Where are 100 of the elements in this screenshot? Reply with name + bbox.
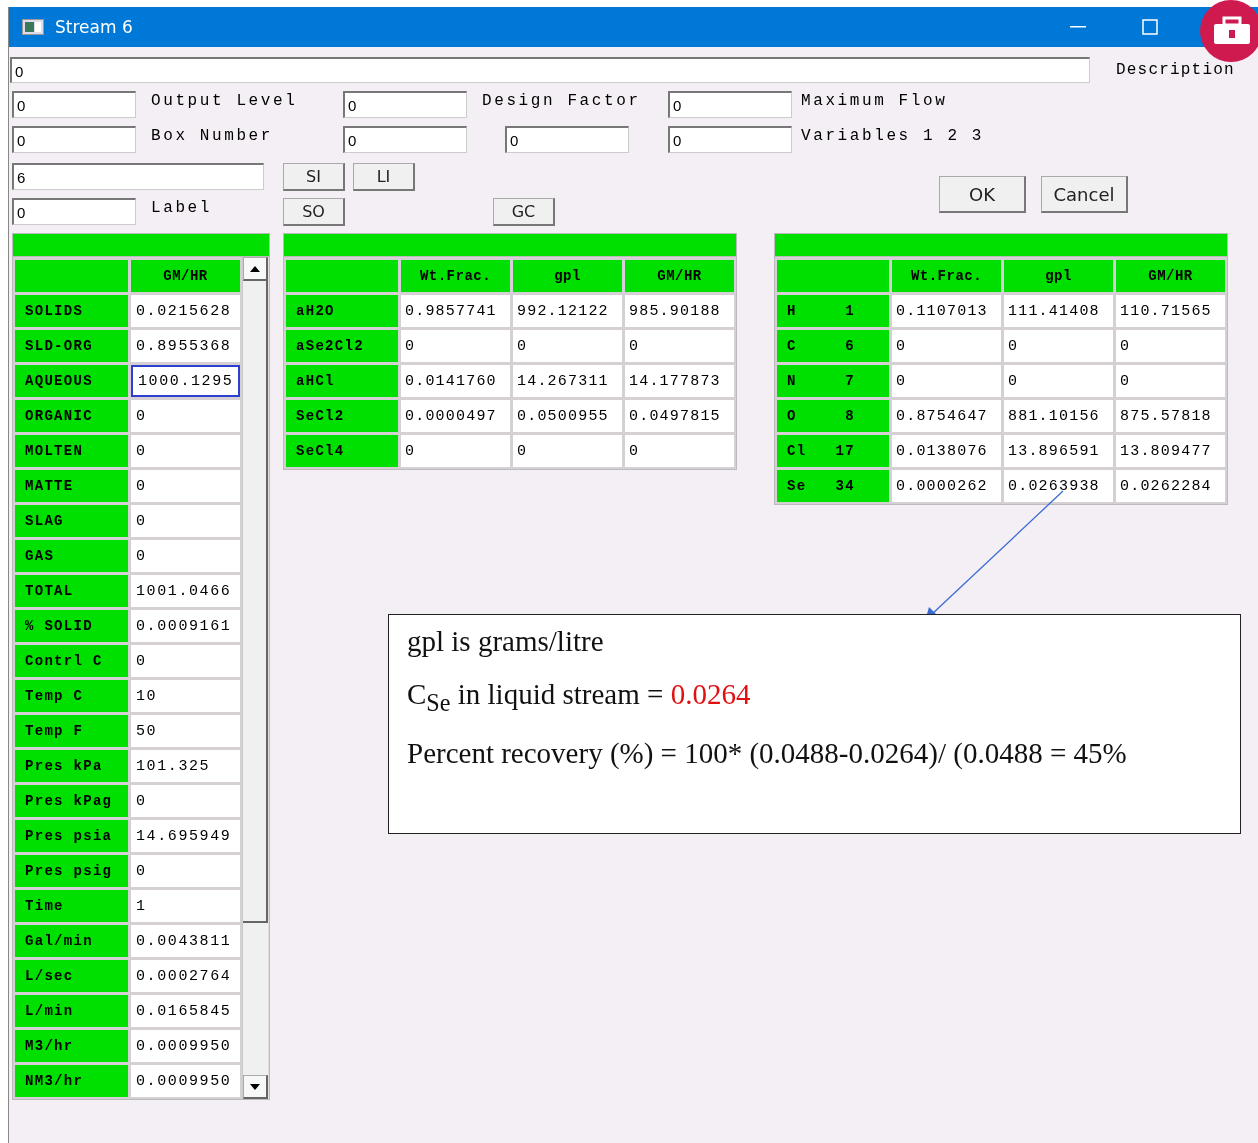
row-label: L/sec bbox=[15, 960, 128, 992]
element-symbol: Cl bbox=[787, 443, 807, 459]
table-cell[interactable]: 0.0043811 bbox=[131, 925, 240, 957]
atomic-number: 34 bbox=[835, 478, 855, 494]
element-symbol: C bbox=[787, 338, 797, 354]
ok-button[interactable]: OK bbox=[939, 176, 1026, 213]
option-button[interactable]: GC bbox=[493, 198, 555, 226]
unit-button[interactable]: SI bbox=[283, 163, 345, 191]
row-label: L/min bbox=[15, 995, 128, 1027]
input-field[interactable]: 0 bbox=[10, 57, 1090, 83]
table-cell[interactable]: 1 bbox=[131, 890, 240, 922]
row-label: SeCl2 bbox=[286, 400, 398, 432]
row-label: Temp C bbox=[15, 680, 128, 712]
table-cell[interactable]: 0 bbox=[131, 400, 240, 432]
field-label: Box Number bbox=[150, 126, 274, 145]
table-cell: 0.0000497 bbox=[401, 400, 510, 432]
row-label: Temp F bbox=[15, 715, 128, 747]
table-cell[interactable]: 101.325 bbox=[131, 750, 240, 782]
scroll-down-icon[interactable] bbox=[250, 1083, 260, 1090]
input-field[interactable]: 0 bbox=[12, 198, 136, 225]
row-label: TOTAL bbox=[15, 575, 128, 607]
window-icon bbox=[22, 19, 44, 35]
window-title: Stream 6 bbox=[55, 17, 133, 37]
table-cell[interactable]: 0.0009161 bbox=[131, 610, 240, 642]
table-cell[interactable]: 50 bbox=[131, 715, 240, 747]
input-field[interactable]: 0 bbox=[343, 126, 467, 153]
field-label: Design Factor bbox=[481, 91, 642, 110]
table-cell: 0 bbox=[401, 330, 510, 362]
table-cell: 0 bbox=[1004, 365, 1113, 397]
table-cell: 0.0138076 bbox=[892, 435, 1001, 467]
table-cell: 0 bbox=[513, 435, 622, 467]
column-header: Wt.Frac. bbox=[401, 260, 510, 292]
input-field[interactable]: 0 bbox=[668, 126, 792, 153]
column-header: gpl bbox=[513, 260, 622, 292]
table-cell: 0 bbox=[625, 435, 734, 467]
row-label: aSe2Cl2 bbox=[286, 330, 398, 362]
row-label: Pres psia bbox=[15, 820, 128, 852]
option-button[interactable]: SO bbox=[283, 198, 345, 226]
maximize-icon[interactable] bbox=[1142, 19, 1158, 35]
table-cell: 111.41408 bbox=[1004, 295, 1113, 327]
table-cell: 0 bbox=[401, 435, 510, 467]
table-cell[interactable]: 0.0009950 bbox=[131, 1065, 240, 1097]
table-cell[interactable]: 0 bbox=[131, 435, 240, 467]
table-cell[interactable]: 0 bbox=[131, 855, 240, 887]
field-label: Description bbox=[1116, 61, 1235, 79]
table-cell[interactable]: 1001.0466 bbox=[131, 575, 240, 607]
table-cell[interactable]: 0 bbox=[131, 645, 240, 677]
table-cell[interactable]: 1000.1295 bbox=[131, 365, 240, 397]
table-cell[interactable]: 0 bbox=[131, 470, 240, 502]
unit-button[interactable]: LI bbox=[353, 163, 415, 191]
scroll-up-icon[interactable] bbox=[250, 265, 260, 272]
table-cell: 875.57818 bbox=[1116, 400, 1225, 432]
column-header: GM/HR bbox=[1116, 260, 1225, 292]
element-symbol: H bbox=[787, 303, 797, 319]
table-cell[interactable]: 0.0009950 bbox=[131, 1030, 240, 1062]
toolbox-icon[interactable] bbox=[1200, 0, 1258, 62]
field-label: Variables 1 2 3 bbox=[800, 126, 986, 145]
cancel-button[interactable]: Cancel bbox=[1041, 176, 1128, 213]
row-label: M3/hr bbox=[15, 1030, 128, 1062]
table-cell[interactable]: 0.0215628 bbox=[131, 295, 240, 327]
scrollbar[interactable] bbox=[242, 257, 268, 1099]
table-cell: 0.0497815 bbox=[625, 400, 734, 432]
column-header: Wt.Frac. bbox=[892, 260, 1001, 292]
table-cell[interactable]: 0.0165845 bbox=[131, 995, 240, 1027]
input-field[interactable]: 0 bbox=[12, 126, 136, 153]
column-header: GM/HR bbox=[625, 260, 734, 292]
table-cell[interactable]: 10 bbox=[131, 680, 240, 712]
table-cell: 0 bbox=[1116, 365, 1225, 397]
table-cell[interactable]: 0.8955368 bbox=[131, 330, 240, 362]
row-label: SLAG bbox=[15, 505, 128, 537]
note-text: gpl is grams/litre bbox=[407, 625, 605, 658]
row-label: SeCl4 bbox=[286, 435, 398, 467]
table-cell[interactable]: 0.0002764 bbox=[131, 960, 240, 992]
row-label: aHCl bbox=[286, 365, 398, 397]
element-symbol: Se bbox=[787, 478, 807, 494]
row-label: MOLTEN bbox=[15, 435, 128, 467]
atomic-number: 7 bbox=[845, 373, 855, 389]
table-cell: 0.8754647 bbox=[892, 400, 1001, 432]
input-field[interactable]: 0 bbox=[343, 91, 467, 118]
table-cell: 0.0263938 bbox=[1004, 470, 1113, 502]
table-cell[interactable]: 0 bbox=[131, 505, 240, 537]
field-label: Label bbox=[150, 198, 213, 217]
table-cell[interactable]: 14.695949 bbox=[131, 820, 240, 852]
table-cell: 13.809477 bbox=[1116, 435, 1225, 467]
table-cell: 14.267311 bbox=[513, 365, 622, 397]
input-field[interactable]: 0 bbox=[668, 91, 792, 118]
table-cell: 0.1107013 bbox=[892, 295, 1001, 327]
table-cell: 881.10156 bbox=[1004, 400, 1113, 432]
row-label: % SOLID bbox=[15, 610, 128, 642]
input-field[interactable]: 0 bbox=[505, 126, 629, 153]
input-field[interactable]: 0 bbox=[12, 91, 136, 118]
input-field[interactable]: 6 bbox=[12, 163, 264, 190]
row-label: Gal/min bbox=[15, 925, 128, 957]
atomic-number: 6 bbox=[845, 338, 855, 354]
field-label: Maximum Flow bbox=[800, 91, 949, 110]
row-label: Time bbox=[15, 890, 128, 922]
table-cell[interactable]: 0 bbox=[131, 540, 240, 572]
table-cell[interactable]: 0 bbox=[131, 785, 240, 817]
atomic-number: 1 bbox=[845, 303, 855, 319]
table-cell: 992.12122 bbox=[513, 295, 622, 327]
